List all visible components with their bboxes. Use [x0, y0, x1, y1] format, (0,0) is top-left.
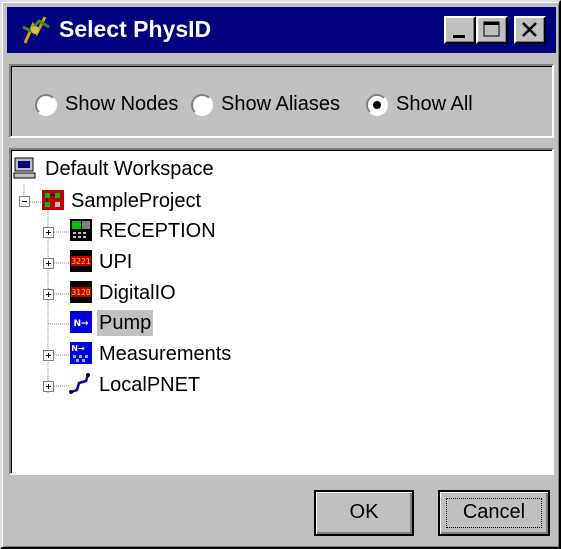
radio-button[interactable]	[35, 94, 57, 116]
view-options-panel: Show Nodes Show Aliases Show All	[9, 64, 554, 138]
minimize-button[interactable]	[444, 16, 476, 44]
minimize-icon	[453, 35, 465, 38]
radio-label: Show Nodes	[65, 93, 179, 115]
radio-selected-dot	[373, 101, 381, 109]
tree-node-label-selected: Pump	[97, 310, 154, 336]
maximize-button[interactable]	[476, 16, 508, 44]
tree-node-label: Default Workspace	[45, 158, 214, 180]
select-physid-dialog: Select PhysID Show Nodes Show Aliases Sh…	[0, 0, 561, 549]
computer-icon	[13, 157, 36, 179]
cancel-button[interactable]: Cancel	[438, 490, 550, 536]
expand-toggle[interactable]	[43, 381, 54, 392]
reception-icon	[70, 219, 92, 241]
tree-node-label: SampleProject	[71, 190, 202, 212]
expand-toggle[interactable]	[43, 350, 54, 361]
device-code-text: 3120	[71, 288, 90, 297]
device-code-text: 3221	[71, 257, 90, 266]
radio-label: Show All	[396, 93, 473, 115]
tree-node-label: Measurements	[99, 343, 232, 365]
collapse-toggle[interactable]	[19, 196, 30, 207]
tree-node-label: UPI	[99, 251, 133, 273]
measurements-icon: N→	[70, 342, 92, 364]
ok-button-label: OK	[349, 501, 379, 523]
expand-toggle[interactable]	[43, 258, 54, 269]
tree-node-label: RECEPTION	[99, 220, 216, 242]
close-button[interactable]	[514, 16, 546, 44]
expand-toggle[interactable]	[43, 227, 54, 238]
tree-node-label: DigitalIO	[99, 282, 176, 304]
project-icon	[42, 190, 64, 210]
ok-button[interactable]: OK	[314, 490, 414, 536]
maximize-icon	[483, 21, 500, 37]
pump-icon-text: N→	[73, 319, 89, 329]
window-title: Select PhysID	[59, 16, 212, 42]
radio-button-selected[interactable]	[366, 94, 388, 116]
digitalio-device-icon: 3120	[70, 281, 92, 303]
upi-device-icon: 3221	[70, 250, 92, 272]
app-icon	[22, 16, 50, 44]
expand-toggle[interactable]	[43, 289, 54, 300]
focus-indicator	[446, 498, 542, 528]
network-icon	[69, 373, 90, 394]
tree-node-label: LocalPNET	[99, 374, 201, 396]
close-icon	[522, 22, 537, 37]
title-bar[interactable]: Select PhysID	[7, 7, 556, 53]
pump-icon: N→	[70, 311, 92, 333]
radio-label: Show Aliases	[221, 93, 340, 115]
physid-tree[interactable]: Default Workspace SampleProject RECEPTIO…	[9, 148, 554, 475]
measurements-icon-text: N→	[71, 344, 85, 353]
radio-button[interactable]	[191, 94, 213, 116]
